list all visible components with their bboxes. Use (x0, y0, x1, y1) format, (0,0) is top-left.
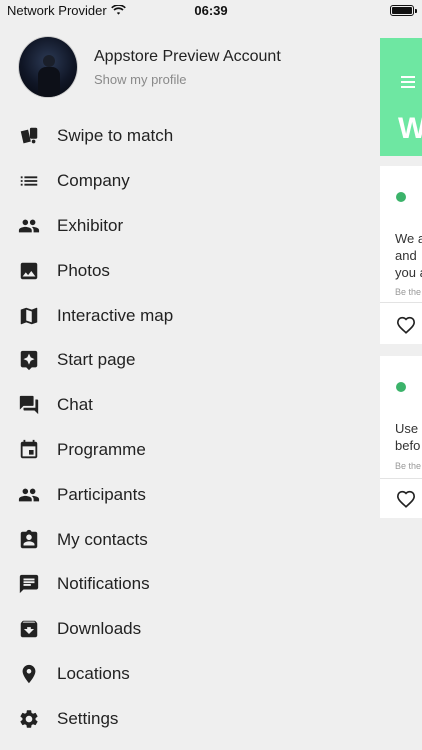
battery-icon (390, 5, 417, 16)
list-icon (18, 170, 40, 192)
download-box-icon (18, 618, 40, 640)
menu-item-downloads[interactable]: Downloads (0, 607, 380, 652)
company-logo-icon (396, 382, 406, 392)
menu-item-label: Settings (57, 708, 119, 728)
menu-item-label: Photos (57, 260, 110, 280)
menu-item-participants[interactable]: Participants (0, 472, 380, 517)
card-meta: Be the (395, 287, 422, 297)
drawer-menu: Swipe to match Company Exhibitor Photos … (0, 114, 380, 741)
card-text-line: Use (395, 421, 419, 436)
divider (380, 478, 422, 479)
card-text-line: you a (395, 265, 422, 280)
people-icon (18, 484, 40, 506)
people-icon (18, 215, 40, 237)
menu-item-interactive-map[interactable]: Interactive map (0, 293, 380, 338)
company-logo-text-icon (408, 383, 422, 391)
navigation-drawer: Appstore Preview Account Show my profile… (0, 0, 380, 750)
menu-item-label: Exhibitor (57, 215, 124, 235)
feed-card[interactable]: Use befo Be the (380, 356, 422, 518)
menu-item-label: Chat (57, 395, 93, 415)
contact-card-icon (18, 529, 40, 551)
image-icon (18, 260, 40, 282)
heart-icon[interactable] (396, 490, 416, 508)
card-meta: Be the (395, 461, 422, 471)
company-logo-icon (396, 192, 406, 202)
clock: 06:39 (194, 3, 228, 18)
menu-item-label: Locations (57, 663, 130, 683)
divider (380, 302, 422, 303)
card-text-line: We a (395, 231, 422, 246)
menu-item-swipe-to-match[interactable]: Swipe to match (0, 114, 380, 159)
menu-item-programme[interactable]: Programme (0, 428, 380, 473)
menu-item-label: My contacts (57, 529, 148, 549)
menu-item-start-page[interactable]: Start page (0, 338, 380, 383)
show-profile-link[interactable]: Show my profile (94, 72, 281, 87)
message-icon (18, 573, 40, 595)
heart-icon[interactable] (396, 316, 416, 334)
menu-item-settings[interactable]: Settings (0, 696, 380, 741)
menu-item-company[interactable]: Company (0, 159, 380, 204)
feed-card[interactable]: We a and you a Be the (380, 166, 422, 344)
hamburger-menu-icon[interactable] (401, 76, 415, 91)
profile-header[interactable]: Appstore Preview Account Show my profile (18, 36, 281, 98)
menu-item-label: Interactive map (57, 305, 174, 325)
page-header: W (380, 38, 422, 156)
background-page: W We a and you a Be the Use befo Be the (380, 0, 422, 750)
menu-item-exhibitor[interactable]: Exhibitor (0, 204, 380, 249)
calendar-icon (18, 439, 40, 461)
menu-item-photos[interactable]: Photos (0, 248, 380, 293)
menu-item-my-contacts[interactable]: My contacts (0, 517, 380, 562)
swipe-match-icon (18, 125, 40, 147)
company-logo-text-icon (408, 193, 422, 201)
gear-icon (18, 708, 40, 730)
menu-item-label: Participants (57, 484, 146, 504)
status-bar: Network Provider 06:39 (0, 0, 422, 22)
location-pin-icon (18, 663, 40, 685)
menu-item-label: Start page (57, 350, 136, 370)
menu-item-label: Programme (57, 439, 146, 459)
chat-icon (18, 394, 40, 416)
menu-item-locations[interactable]: Locations (0, 652, 380, 697)
menu-item-label: Company (57, 171, 130, 191)
menu-item-chat[interactable]: Chat (0, 383, 380, 428)
menu-item-label: Notifications (57, 574, 150, 594)
avatar[interactable] (18, 36, 78, 98)
star-page-icon (18, 349, 40, 371)
map-icon (18, 305, 40, 327)
profile-name: Appstore Preview Account (94, 47, 281, 65)
card-text-line: and (395, 248, 417, 263)
card-text-line: befo (395, 438, 421, 453)
menu-item-label: Downloads (57, 619, 142, 639)
page-title: W (398, 112, 422, 145)
menu-item-notifications[interactable]: Notifications (0, 562, 380, 607)
menu-item-label: Swipe to match (57, 126, 174, 146)
